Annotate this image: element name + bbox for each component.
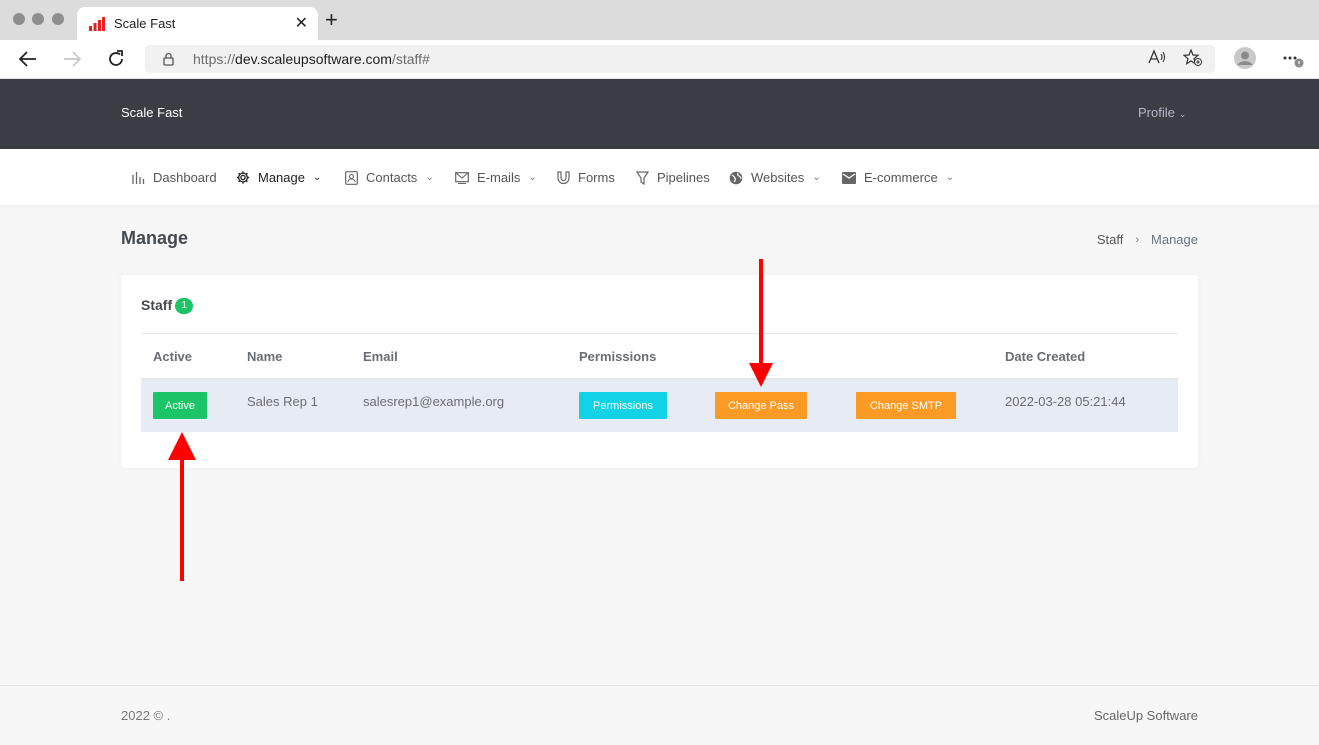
url-text: https://dev.scaleupsoftware.com/staff# (193, 51, 430, 67)
nav-item-pipelines[interactable]: Pipelines (635, 170, 710, 185)
nav-item-label: Websites (751, 170, 805, 185)
breadcrumb-staff-link[interactable]: Staff (1097, 232, 1124, 247)
window-close-dot[interactable] (13, 13, 25, 25)
column-header-name: Name (247, 349, 283, 364)
table-divider (141, 333, 1178, 334)
window-zoom-dot[interactable] (52, 13, 64, 25)
chevron-down-icon: ⌄ (425, 172, 434, 183)
globe-icon (729, 171, 743, 185)
close-tab-icon[interactable]: ✕ (295, 13, 308, 33)
nav-item-label: Contacts (366, 170, 418, 185)
magnet-icon (556, 170, 570, 185)
filter-icon (635, 170, 649, 185)
date-created: 2022-03-28 05:21:44 (1005, 394, 1126, 409)
chevron-right-icon: › (1135, 233, 1140, 246)
browser-tab-bar: Scale Fast ✕ + (0, 0, 1319, 40)
nav-item-label: Manage (258, 170, 305, 185)
browser-tab[interactable]: Scale Fast ✕ (77, 7, 318, 40)
favorite-star-icon[interactable] (1182, 48, 1203, 72)
profile-menu[interactable]: Profile ⌄ (1138, 105, 1186, 120)
mail-send-icon (455, 171, 469, 185)
table-row: Active Sales Rep 1 salesrep1@example.org… (141, 380, 1178, 432)
footer-company: ScaleUp Software (1093, 708, 1198, 723)
chevron-down-icon: ⌄ (812, 172, 821, 183)
card-title: Staff 1 (141, 296, 194, 314)
chevron-down-icon: ⌄ (528, 172, 537, 183)
nav-item-label: Dashboard (153, 170, 217, 185)
breadcrumb: Staff › Manage (1097, 232, 1198, 247)
url-field[interactable]: https://dev.scaleupsoftware.com/staff# (145, 45, 1215, 73)
column-header-email: Email (363, 349, 398, 364)
nav-item-label: Pipelines (657, 170, 710, 185)
nav-item-label: E-commerce (864, 170, 938, 185)
app-header: Scale Fast Profile ⌄ (0, 79, 1319, 149)
contact-card-icon (344, 170, 358, 185)
chevron-down-icon: ⌄ (1178, 109, 1187, 119)
staff-email: salesrep1@example.org (363, 394, 505, 409)
page-footer: 2022 © . ScaleUp Software (0, 685, 1319, 745)
staff-card: Staff 1 Active Name Email Permissions Da… (121, 275, 1198, 468)
chevron-down-icon: ⌄ (312, 172, 322, 183)
chevron-down-icon: ⌄ (945, 172, 955, 183)
card-title-text: Staff (141, 297, 173, 313)
nav-item-ecommerce[interactable]: E-commerce ⌄ (842, 170, 954, 185)
breadcrumb-current: Manage (1151, 232, 1198, 247)
gear-icon (236, 171, 250, 185)
envelope-icon (842, 171, 856, 185)
read-aloud-icon[interactable] (1148, 49, 1166, 70)
nav-item-forms[interactable]: Forms (556, 170, 615, 185)
forward-icon[interactable] (61, 48, 83, 70)
column-header-permissions: Permissions (579, 349, 657, 364)
footer-copyright: 2022 © . (121, 708, 171, 723)
more-options-icon[interactable] (1283, 52, 1307, 73)
staff-name: Sales Rep 1 (247, 394, 318, 409)
reload-icon[interactable] (105, 48, 127, 70)
nav-item-dashboard[interactable]: Dashboard (131, 170, 217, 185)
browser-address-bar: https://dev.scaleupsoftware.com/staff# (0, 40, 1319, 79)
page-title: Manage (121, 228, 189, 248)
nav-item-manage[interactable]: Manage ⌄ (236, 170, 321, 185)
change-pass-button[interactable]: Change Pass (715, 392, 807, 419)
nav-item-contacts[interactable]: Contacts ⌄ (344, 170, 434, 185)
nav-item-label: Forms (578, 170, 615, 185)
column-header-date-created: Date Created (1005, 349, 1086, 364)
bar-chart-favicon-icon (89, 17, 105, 31)
nav-item-label: E-mails (477, 170, 521, 185)
main-nav: Dashboard Manage ⌄ Contacts ⌄ E-mails ⌄ … (0, 149, 1319, 205)
active-status-button[interactable]: Active (153, 392, 207, 419)
tab-title: Scale Fast (114, 16, 176, 31)
brand-logo[interactable]: Scale Fast (121, 105, 182, 120)
profile-avatar-icon[interactable] (1234, 47, 1256, 74)
new-tab-icon[interactable]: + (325, 9, 338, 31)
permissions-button[interactable]: Permissions (579, 392, 667, 419)
staff-count-badge: 1 (175, 298, 194, 314)
back-icon[interactable] (17, 48, 39, 70)
window-minimize-dot[interactable] (32, 13, 44, 25)
column-header-active: Active (153, 349, 193, 364)
change-smtp-button[interactable]: Change SMTP (856, 392, 956, 419)
nav-item-emails[interactable]: E-mails ⌄ (455, 170, 537, 185)
bar-chart-icon (131, 171, 145, 185)
nav-item-websites[interactable]: Websites ⌄ (729, 170, 821, 185)
lock-icon (163, 52, 174, 66)
